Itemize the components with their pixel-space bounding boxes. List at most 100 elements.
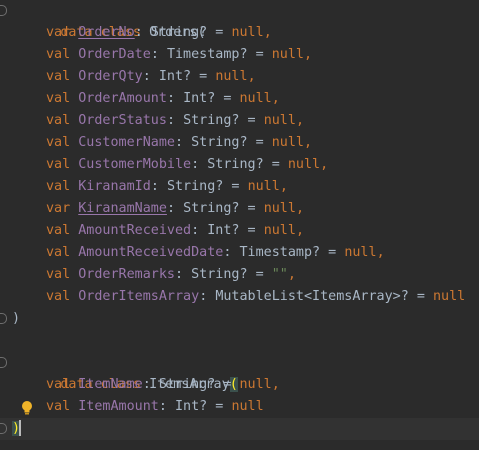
code-line-current[interactable]: ) (0, 418, 479, 440)
declaration-keyword: val (46, 91, 71, 106)
property-type: Int? = (175, 399, 232, 414)
property-type: String? = (183, 201, 264, 216)
declaration-keyword: val (46, 377, 71, 392)
property-value: "" (271, 267, 288, 282)
separator: , (271, 377, 280, 392)
declaration-keyword: val (46, 245, 71, 260)
declaration-keyword: var (46, 201, 71, 216)
property-name[interactable]: CustomerName (78, 135, 175, 150)
property-name[interactable]: OrderDate (78, 47, 151, 62)
code-line[interactable]: val OrderStatus: String? = null, (0, 110, 479, 132)
code-line[interactable]: var OrderNo: String? = null, (0, 22, 479, 44)
property-type: Timestamp? = (239, 245, 345, 260)
property-type: Timestamp? = (166, 47, 272, 62)
code-line[interactable]: val AmountReceived: Int? = null, (0, 220, 479, 242)
fold-marker-icon[interactable] (0, 313, 7, 324)
declaration-keyword: val (46, 47, 71, 62)
property-type: Int? = (158, 69, 216, 84)
property-value: null (231, 25, 264, 40)
fold-marker-icon[interactable] (0, 423, 7, 434)
property-value: null (215, 69, 248, 84)
fold-marker-icon[interactable] (0, 5, 7, 16)
code-line[interactable]: val OrderItemsArray: MutableList<ItemsAr… (0, 286, 479, 308)
property-name[interactable]: AmountReceivedDate (78, 245, 223, 260)
property-name[interactable]: KiranamName (78, 201, 167, 216)
separator: , (304, 135, 313, 150)
property-value: null (239, 377, 272, 392)
property-value: null (344, 245, 377, 260)
declaration-keyword: val (46, 223, 71, 238)
code-line[interactable] (0, 330, 479, 352)
property-type: String? = (207, 157, 288, 172)
property-type: String? = (191, 267, 272, 282)
code-editor[interactable]: data class Orders( var OrderNo: String? … (0, 0, 479, 450)
property-value: null (263, 201, 296, 216)
code-line[interactable]: val OrderAmount: Int? = null, (0, 88, 479, 110)
property-name[interactable]: KiranamId (78, 179, 151, 194)
text-caret (19, 420, 22, 436)
code-line[interactable]: val AmountReceivedDate: Timestamp? = nul… (0, 242, 479, 264)
code-line[interactable]: val ItemName: String? = null, (0, 374, 479, 396)
declaration-keyword: val (46, 113, 71, 128)
property-value: null (231, 399, 264, 414)
declaration-keyword: val (46, 179, 71, 194)
property-name[interactable]: ItemName (78, 377, 143, 392)
property-type: Int? = (183, 91, 240, 106)
declaration-keyword: val (46, 267, 71, 282)
property-value: null (271, 135, 304, 150)
separator: , (295, 113, 304, 128)
property-value: null (247, 179, 280, 194)
separator: , (247, 69, 256, 84)
separator: , (287, 267, 296, 282)
close-paren: ) (12, 311, 21, 326)
code-line[interactable]: var KiranamName: String? = null, (0, 198, 479, 220)
property-name[interactable]: OrderQty (78, 69, 143, 84)
code-line[interactable]: val OrderDate: Timestamp? = null, (0, 44, 479, 66)
fold-marker-icon[interactable] (0, 357, 7, 368)
property-name[interactable]: OrderNo (78, 25, 134, 40)
property-type: String? = (183, 113, 264, 128)
separator: , (279, 179, 288, 194)
declaration-keyword: val (46, 69, 71, 84)
property-value: null (263, 223, 296, 238)
code-line[interactable]: data class ItemsArray( (0, 352, 479, 392)
property-name[interactable]: AmountReceived (78, 223, 191, 238)
separator: , (304, 47, 313, 62)
code-line[interactable]: val OrderRemarks: String? = "", (0, 264, 479, 286)
property-name[interactable]: CustomerMobile (78, 157, 191, 172)
separator: , (263, 25, 272, 40)
property-name[interactable]: ItemAmount (78, 399, 159, 414)
declaration-keyword: val (46, 289, 71, 304)
code-line[interactable]: ) (0, 308, 479, 330)
property-type: MutableList<ItemsArray>? = (215, 289, 433, 304)
separator: , (376, 245, 385, 260)
separator: , (295, 201, 304, 216)
code-line[interactable]: val CustomerMobile: String? = null, (0, 154, 479, 176)
property-name[interactable]: OrderStatus (78, 113, 167, 128)
separator: , (295, 223, 304, 238)
property-value: null (432, 289, 466, 304)
property-value: null (287, 157, 321, 172)
property-value: null (263, 113, 296, 128)
property-name[interactable]: OrderAmount (78, 91, 167, 106)
code-line[interactable]: val KiranamId: String? = null, (0, 176, 479, 198)
property-name[interactable]: OrderRemarks (78, 267, 175, 282)
property-type: String? = (150, 25, 232, 40)
property-type: String? = (191, 135, 272, 150)
property-name[interactable]: OrderItemsArray (78, 289, 199, 304)
property-type: String? = (158, 377, 240, 392)
code-line[interactable]: val CustomerName: String? = null, (0, 132, 479, 154)
code-line[interactable]: val OrderQty: Int? = null, (0, 66, 479, 88)
separator: , (271, 91, 280, 106)
property-value: null (239, 91, 272, 106)
code-line[interactable]: val ItemAmount: Int? = null (0, 396, 479, 418)
property-value: null (271, 47, 304, 62)
declaration-keyword: var (46, 25, 71, 40)
declaration-keyword: val (46, 157, 71, 172)
property-type: Int? = (207, 223, 264, 238)
declaration-keyword: val (46, 135, 71, 150)
declaration-keyword: val (46, 399, 71, 414)
code-line[interactable]: data class Orders( (0, 0, 479, 40)
separator: , (320, 157, 329, 172)
property-type: String? = (166, 179, 248, 194)
